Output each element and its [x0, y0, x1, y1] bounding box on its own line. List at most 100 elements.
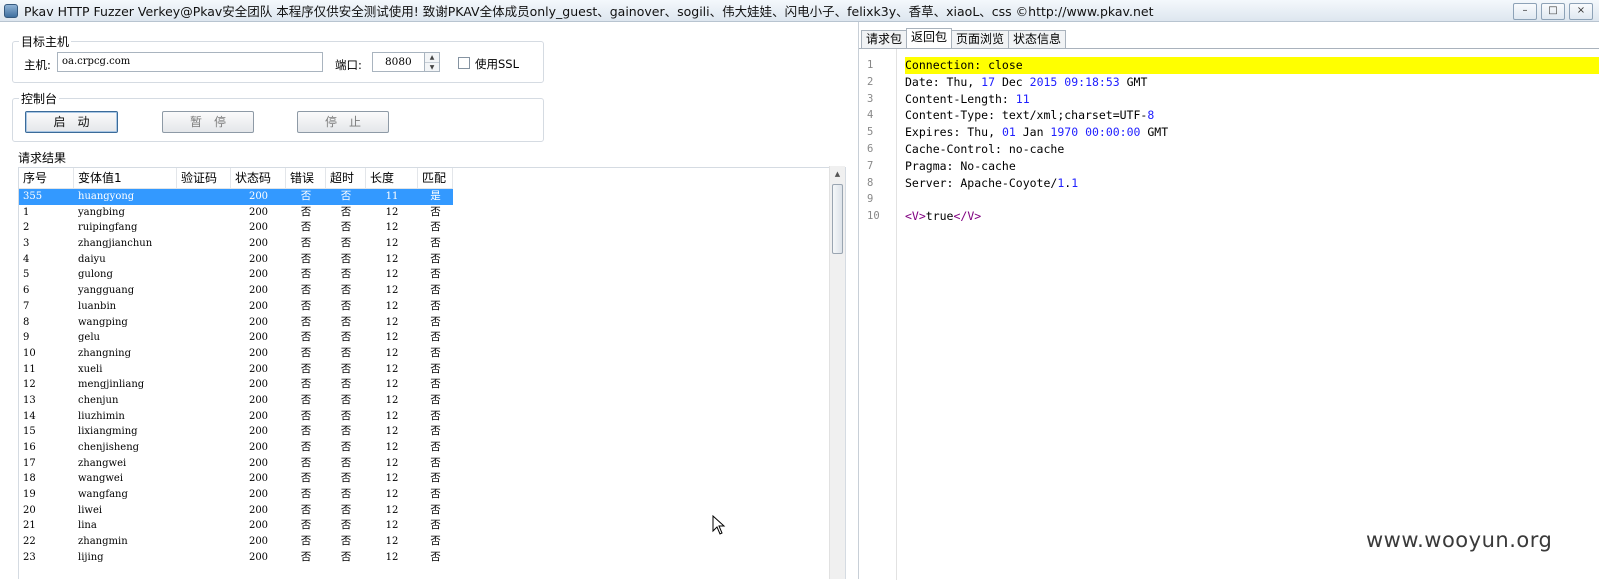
results-scrollbar[interactable]: ▲	[829, 166, 845, 579]
line-number: 3	[867, 92, 874, 105]
cell-timeout: 否	[340, 190, 352, 202]
table-row[interactable]: 23 lijing 200 否 否 12 否	[19, 550, 453, 566]
cell-status: 200	[248, 316, 269, 328]
cell-num: 15	[23, 426, 36, 438]
tab-response[interactable]: 返回包	[906, 28, 953, 48]
spin-down-icon[interactable]: ▼	[425, 63, 439, 72]
col-error[interactable]: 错误	[286, 168, 326, 188]
cell-err: 否	[300, 535, 312, 548]
cell-num: 12	[23, 379, 36, 391]
line-text: <V>true</V>	[905, 209, 982, 224]
cell-code	[177, 377, 231, 393]
table-row[interactable]: 15 lixiangming 200 否 否 12 否	[19, 424, 453, 440]
table-row[interactable]: 19 wangfang 200 否 否 12 否	[19, 487, 453, 503]
table-row[interactable]: 10 zhangning 200 否 否 12 否	[19, 346, 453, 362]
table-row[interactable]: 8 wangping 200 否 否 12 否	[19, 315, 453, 331]
table-row[interactable]: 3 zhangjianchun 200 否 否 12 否	[19, 236, 453, 252]
table-row[interactable]: 12 mengjinliang 200 否 否 12 否	[19, 377, 453, 393]
stop-button[interactable]: 停止	[297, 111, 389, 133]
cell-match: 否	[430, 346, 441, 359]
cell-num: 17	[23, 457, 36, 469]
cell-len: 12	[385, 363, 399, 375]
col-timeout[interactable]: 超时	[326, 168, 366, 188]
port-input[interactable]: 8080	[372, 52, 425, 72]
cell-var: gulong	[78, 269, 113, 281]
cell-match: 否	[430, 221, 441, 234]
pause-button[interactable]: 暂停	[162, 111, 254, 133]
table-row[interactable]: 6 yangguang 200 否 否 12 否	[19, 283, 453, 299]
scroll-up-icon[interactable]: ▲	[830, 166, 845, 182]
cell-match: 否	[430, 393, 441, 406]
table-row[interactable]: 2 ruipingfang 200 否 否 12 否	[19, 220, 453, 236]
line-text: Server: Apache-Coyote/1.1	[905, 175, 1079, 190]
table-row[interactable]: 4 daiyu 200 否 否 12 否	[19, 252, 453, 268]
cell-len: 12	[385, 457, 399, 469]
cell-err: 否	[300, 299, 312, 312]
cell-match: 否	[430, 519, 441, 532]
table-row[interactable]: 21 lina 200 否 否 12 否	[19, 518, 453, 534]
editor-line: 7 Pragma: No-cache	[859, 158, 1599, 175]
table-row[interactable]: 355 huangyong 200 否 否 11 是	[19, 189, 453, 205]
table-row[interactable]: 5 gulong 200 否 否 12 否	[19, 267, 453, 283]
minimize-button[interactable]: –	[1513, 3, 1537, 20]
editor-line: 1 Connection: close	[859, 57, 1599, 74]
col-variant[interactable]: 变体值1	[74, 168, 177, 188]
table-row[interactable]: 13 chenjun 200 否 否 12 否	[19, 393, 453, 409]
cell-num: 23	[23, 551, 36, 563]
cell-status: 200	[248, 332, 269, 344]
line-number: 10	[867, 210, 880, 223]
table-row[interactable]: 1 yangbing 200 否 否 12 否	[19, 205, 453, 221]
col-captcha[interactable]: 验证码	[177, 168, 231, 188]
cell-var: zhangwei	[78, 457, 127, 469]
cell-status: 200	[248, 379, 269, 391]
cell-err: 否	[300, 284, 312, 297]
tab-status-info[interactable]: 状态信息	[1008, 30, 1067, 48]
table-row[interactable]: 11 xueli 200 否 否 12 否	[19, 362, 453, 378]
cell-num: 18	[23, 473, 36, 485]
cell-status: 200	[248, 536, 269, 548]
cell-len: 12	[385, 285, 399, 297]
scroll-thumb[interactable]	[832, 184, 843, 254]
cell-len: 12	[385, 238, 399, 250]
table-row[interactable]: 16 chenjisheng 200 否 否 12 否	[19, 440, 453, 456]
cell-code	[177, 487, 231, 503]
table-row[interactable]: 22 zhangmin 200 否 否 12 否	[19, 534, 453, 550]
table-row[interactable]: 18 wangwei 200 否 否 12 否	[19, 471, 453, 487]
close-button[interactable]: ×	[1569, 3, 1593, 20]
col-num[interactable]: 序号	[19, 168, 74, 188]
cell-status: 200	[248, 457, 269, 469]
cell-num: 5	[23, 269, 30, 281]
host-input[interactable]: oa.crpcg.com	[57, 52, 323, 72]
table-row[interactable]: 7 luanbin 200 否 否 12 否	[19, 299, 453, 315]
response-editor[interactable]: 1 Connection: close 2 Date: Thu, 17 Dec 201…	[859, 48, 1599, 580]
cell-code	[177, 315, 231, 331]
cell-len: 12	[385, 206, 399, 218]
table-row[interactable]: 17 zhangwei 200 否 否 12 否	[19, 456, 453, 472]
ssl-checkbox[interactable]	[458, 57, 470, 69]
spin-up-icon[interactable]: ▲	[425, 53, 439, 63]
start-button[interactable]: 启动	[25, 111, 118, 133]
cell-len: 12	[385, 316, 399, 328]
cell-var: yangbing	[78, 206, 125, 218]
maximize-button[interactable]: □	[1541, 3, 1565, 20]
port-spinner[interactable]: ▲ ▼	[425, 52, 440, 72]
cell-err: 否	[300, 190, 312, 202]
tab-request[interactable]: 请求包	[861, 30, 908, 48]
cell-timeout: 否	[340, 378, 352, 391]
cell-num: 3	[23, 238, 30, 250]
table-row[interactable]: 9 gelu 200 否 否 12 否	[19, 330, 453, 346]
col-status[interactable]: 状态码	[231, 168, 286, 188]
cell-timeout: 否	[340, 299, 352, 312]
table-row[interactable]: 20 liwei 200 否 否 12 否	[19, 503, 453, 519]
tab-page-view[interactable]: 页面浏览	[951, 30, 1010, 48]
cell-len: 12	[385, 269, 399, 281]
cell-match: 否	[430, 550, 441, 563]
cell-status: 200	[248, 489, 269, 501]
col-match[interactable]: 匹配	[418, 168, 453, 188]
cell-match: 否	[430, 315, 441, 328]
table-row[interactable]: 14 liuzhimin 200 否 否 12 否	[19, 409, 453, 425]
col-length[interactable]: 长度	[366, 168, 418, 188]
cell-code	[177, 330, 231, 346]
cell-timeout: 否	[340, 409, 352, 422]
cell-var: lixiangming	[78, 426, 138, 438]
